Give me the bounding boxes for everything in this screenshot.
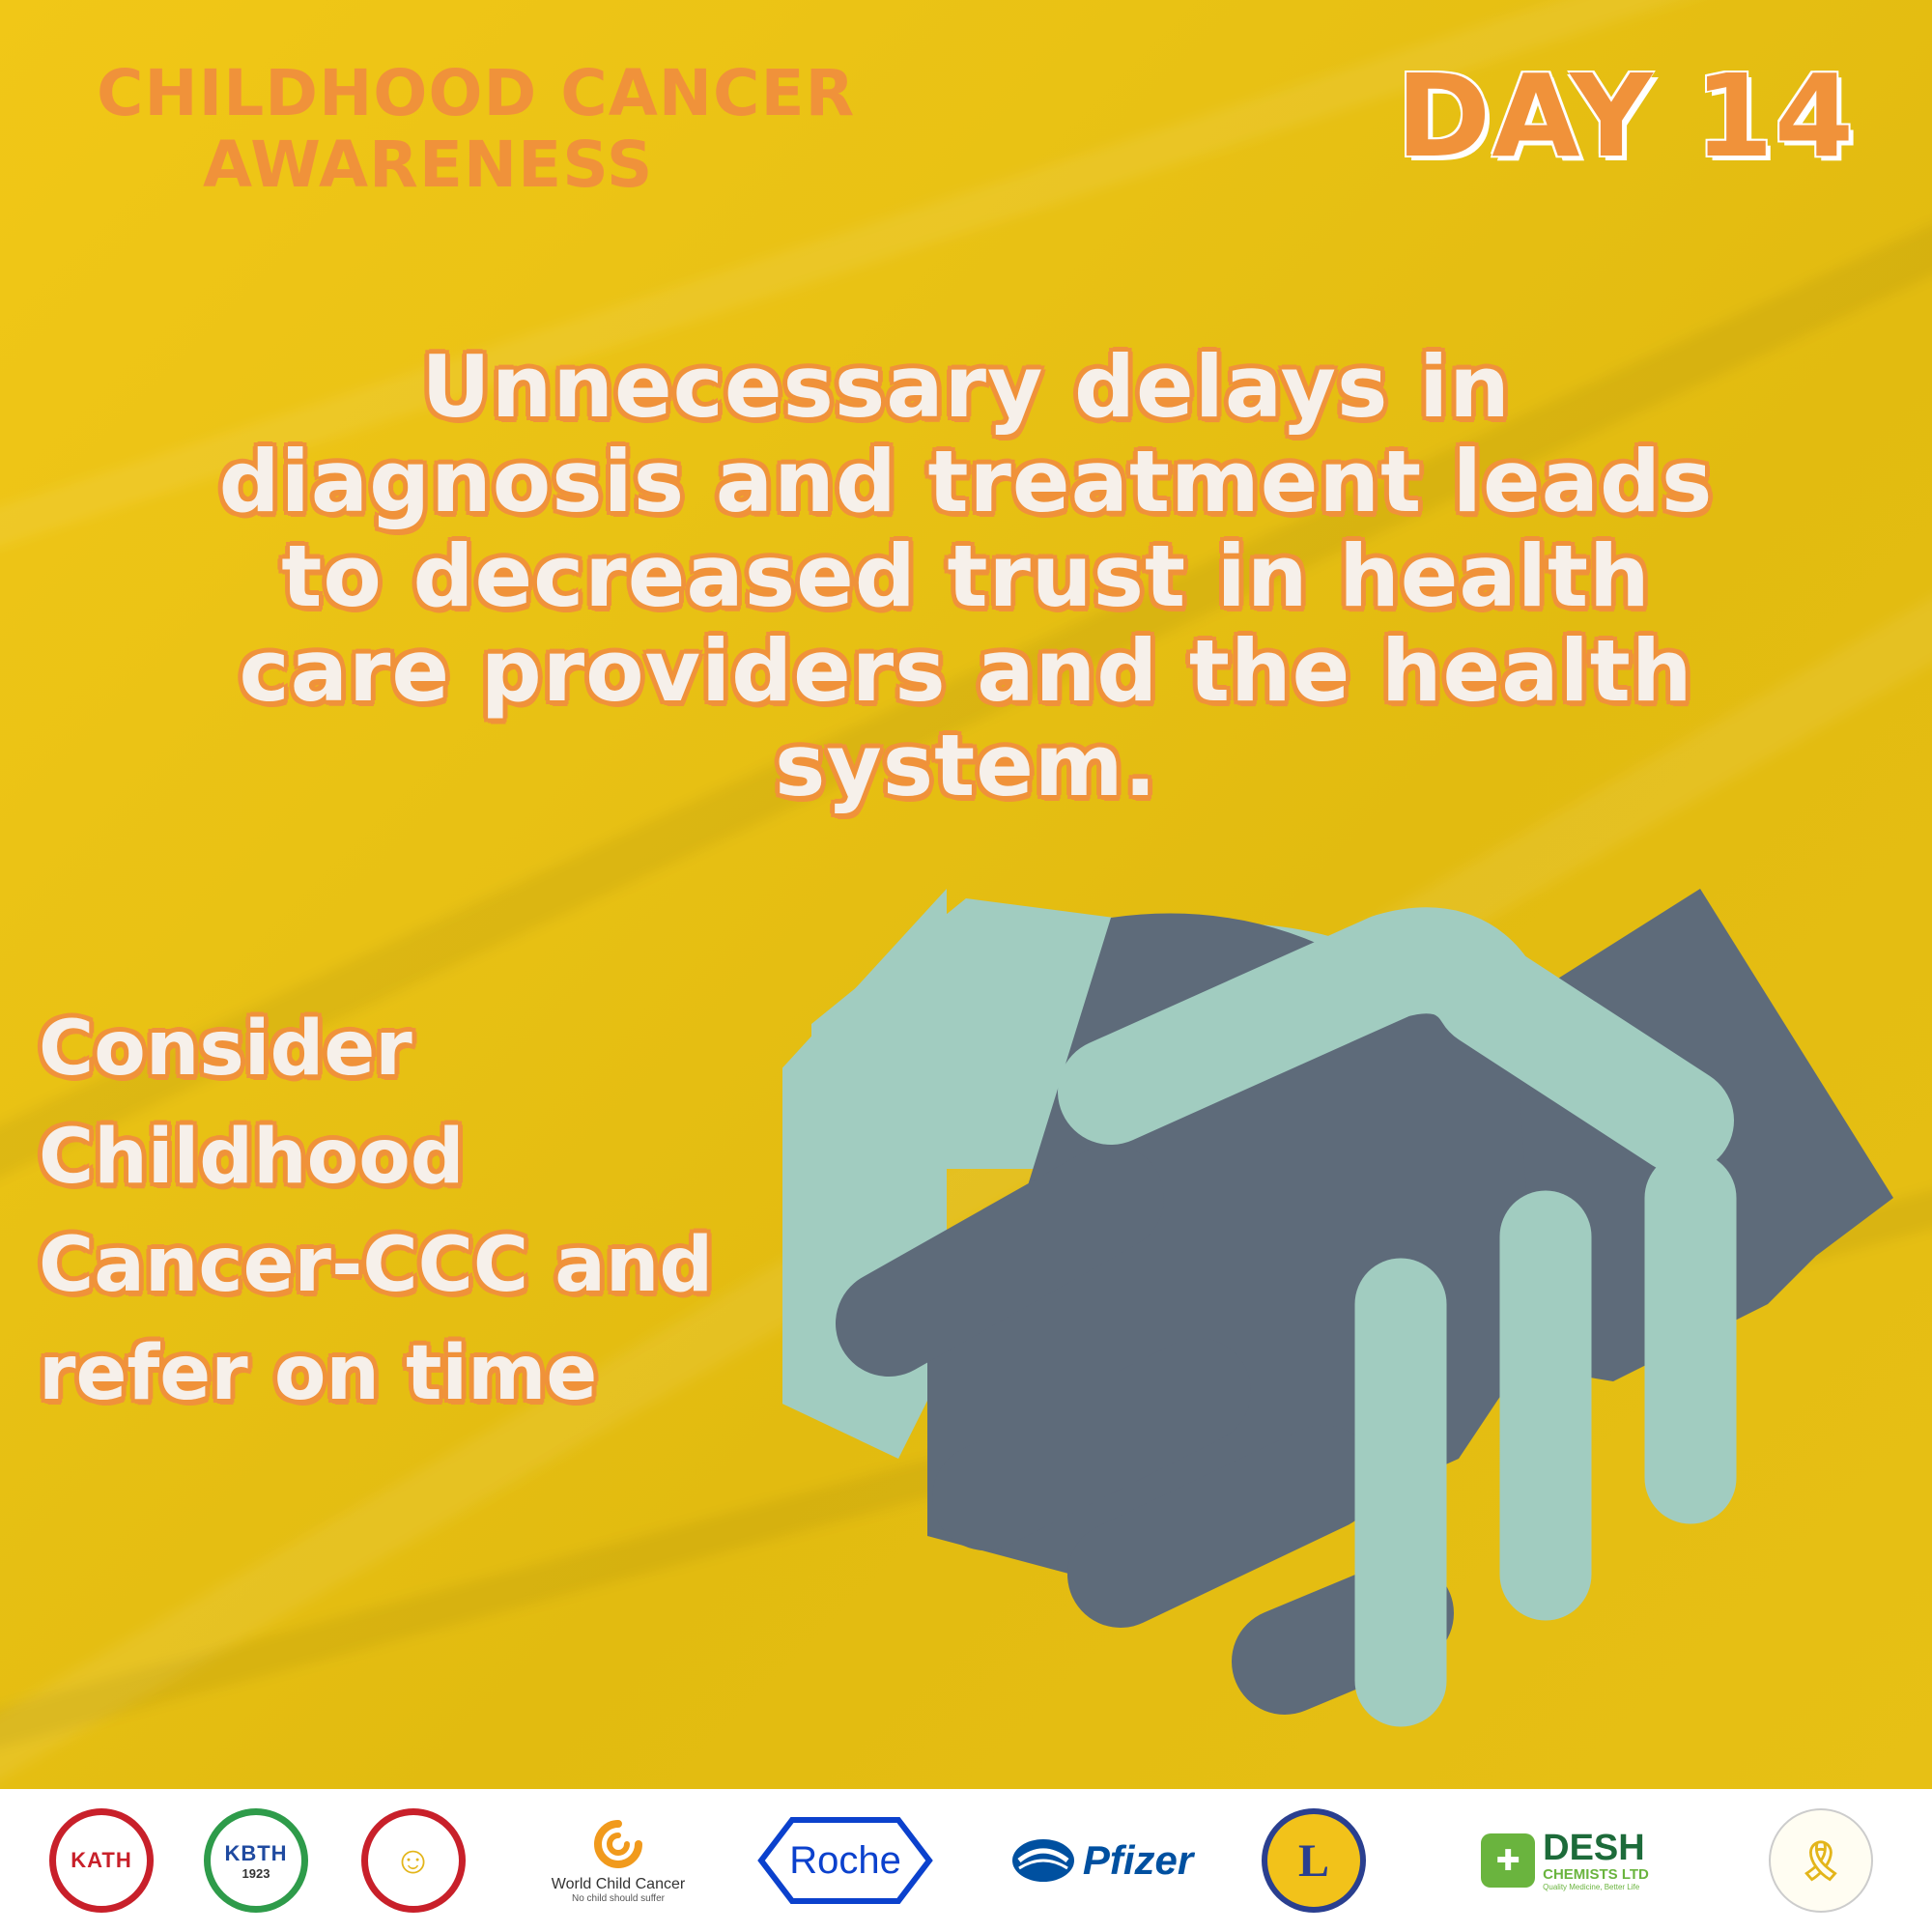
cta-line: refer on time bbox=[39, 1330, 598, 1417]
call-to-action: Consider Childhood Cancer-CCC and refer … bbox=[39, 995, 889, 1428]
mint-sleeve bbox=[782, 889, 947, 1459]
kbth-logo-year: 1923 bbox=[242, 1865, 270, 1881]
pfizer-logo: Pfizer bbox=[990, 1806, 1212, 1915]
poster-background: Childhood Cancer Awareness DAY 14 Unnece… bbox=[0, 0, 1932, 1789]
gold-ribbon-icon: 🎗 bbox=[1796, 1839, 1846, 1883]
message-line: care providers and the health bbox=[239, 621, 1693, 721]
roche-logo: Roche bbox=[753, 1806, 937, 1915]
ccsg-logo: 🎗 bbox=[1763, 1806, 1879, 1915]
message-line: Unnecessary delays in bbox=[421, 337, 1511, 437]
cta-line: Cancer-CCC and bbox=[39, 1222, 714, 1309]
cta-line: Childhood bbox=[39, 1114, 465, 1201]
message-line: system. bbox=[775, 716, 1157, 815]
sponsor-logo-bar: KATH KBTH 1923 ☺ World Child Cancer No c… bbox=[0, 1789, 1932, 1932]
kath-logo-text: KATH bbox=[71, 1848, 132, 1872]
lions-logo-letter: L bbox=[1297, 1834, 1329, 1887]
world-child-cancer-swirl-icon bbox=[594, 1819, 642, 1868]
day-label: DAY 14 bbox=[1396, 49, 1855, 183]
kbth-logo-text: KBTH bbox=[224, 1840, 288, 1865]
kath-logo: KATH bbox=[43, 1806, 159, 1915]
lions-logo: L bbox=[1256, 1806, 1372, 1915]
desh-logo-name: DESH bbox=[1543, 1828, 1645, 1868]
desh-logo-tagline: Quality Medicine, Better Life bbox=[1543, 1883, 1640, 1891]
desh-logo-sub: CHEMISTS LTD bbox=[1543, 1866, 1649, 1883]
campaign-title-line2: Awareness bbox=[203, 128, 654, 202]
campaign-title-line1: Childhood Cancer bbox=[97, 56, 856, 130]
world-child-cancer-name: World Child Cancer bbox=[551, 1875, 686, 1892]
desh-chemists-logo: ✚ DESH CHEMISTS LTD Quality Medicine, Be… bbox=[1463, 1806, 1666, 1915]
main-message: Unnecessary delays in diagnosis and trea… bbox=[68, 340, 1864, 813]
message-line: diagnosis and treatment leads bbox=[218, 432, 1714, 531]
handshake-icon bbox=[782, 889, 1893, 1727]
world-child-cancer-tagline: No child should suffer bbox=[572, 1892, 665, 1904]
roche-logo-text: Roche bbox=[789, 1838, 901, 1882]
paediatric-society-logo: ☺ bbox=[353, 1806, 473, 1915]
kbth-logo: KBTH 1923 bbox=[198, 1806, 314, 1915]
campaign-title: Childhood Cancer Awareness bbox=[97, 58, 869, 201]
cta-line: Consider bbox=[39, 1006, 412, 1093]
world-child-cancer-logo: World Child Cancer No child should suffe… bbox=[526, 1806, 710, 1915]
pfizer-helix-icon bbox=[1011, 1839, 1074, 1882]
child-figure-icon: ☺ bbox=[393, 1838, 433, 1882]
message-line: to decreased trust in health bbox=[281, 526, 1651, 626]
desh-mortar-icon: ✚ bbox=[1481, 1833, 1536, 1888]
pfizer-logo-text: Pfizer bbox=[1082, 1837, 1194, 1883]
